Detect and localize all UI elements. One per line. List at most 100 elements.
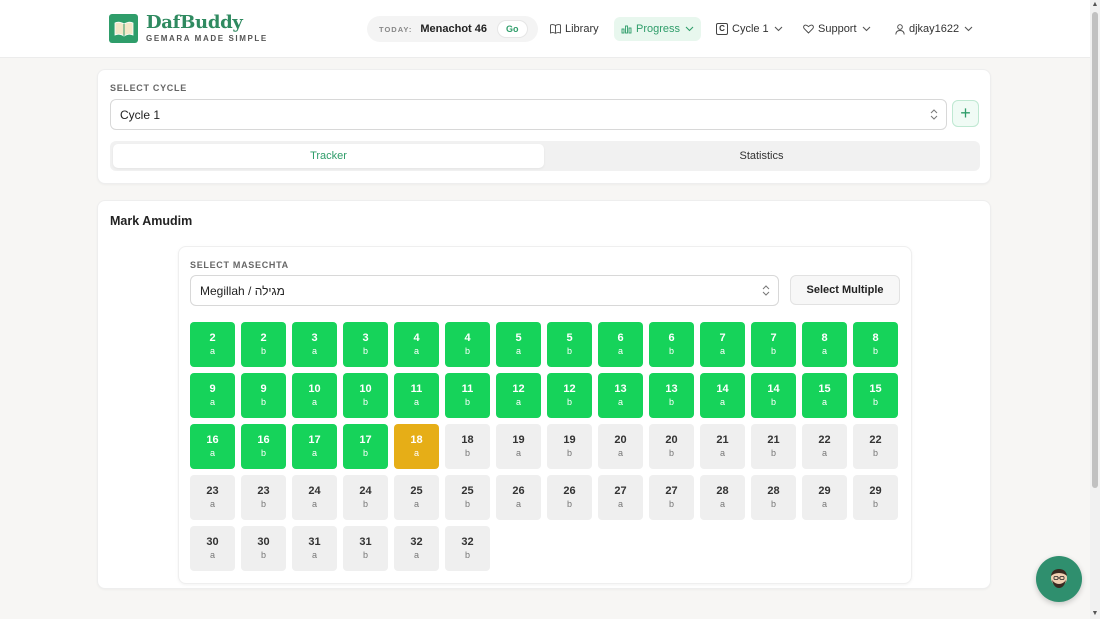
chat-avatar-button[interactable]: [1036, 556, 1082, 602]
amud-cell-3b[interactable]: 3b: [343, 322, 388, 367]
add-cycle-button[interactable]: +: [952, 100, 979, 127]
tab-tracker[interactable]: Tracker: [113, 144, 544, 168]
amud-letter: b: [872, 345, 878, 356]
amud-cell-24a[interactable]: 24 a: [292, 475, 337, 520]
amud-letter: b: [464, 549, 470, 560]
amud-cell-4b[interactable]: 4b: [445, 322, 490, 367]
amud-cell-2b[interactable]: 2b: [241, 322, 286, 367]
go-button[interactable]: Go: [497, 20, 528, 38]
daf-number: 18: [410, 434, 423, 446]
cycle-select-value: Cycle 1: [120, 107, 161, 122]
amud-cell-26a[interactable]: 26 a: [496, 475, 541, 520]
masechta-panel: SELECT MASECHTA Megillah / מגילה Select …: [178, 246, 912, 584]
scroll-up-arrow-icon[interactable]: ▲: [1091, 1, 1099, 9]
amud-cell-28a[interactable]: 28 a: [700, 475, 745, 520]
amud-cell-17a[interactable]: 17 a: [292, 424, 337, 469]
amud-letter: a: [413, 345, 419, 356]
amud-cell-11b[interactable]: 11 b: [445, 373, 490, 418]
amud-cell-20a[interactable]: 20 a: [598, 424, 643, 469]
amud-cell-13b[interactable]: 13 b: [649, 373, 694, 418]
amud-letter: a: [209, 396, 215, 407]
daf-number: 11: [410, 383, 423, 395]
amud-cell-8b[interactable]: 8b: [853, 322, 898, 367]
amud-cell-29b[interactable]: 29 b: [853, 475, 898, 520]
amud-cell-22a[interactable]: 22 a: [802, 424, 847, 469]
amud-cell-19a[interactable]: 19 a: [496, 424, 541, 469]
daf-number: 25: [461, 485, 474, 497]
amud-cell-20b[interactable]: 20 b: [649, 424, 694, 469]
nav-cycle[interactable]: C Cycle 1: [709, 17, 790, 41]
amud-cell-21a[interactable]: 21 a: [700, 424, 745, 469]
brand-logo[interactable]: DafBuddy GEMARA MADE SIMPLE: [109, 14, 268, 43]
amud-letter: b: [770, 345, 776, 356]
scroll-down-arrow-icon[interactable]: ▼: [1091, 610, 1099, 618]
amud-cell-31a[interactable]: 31 a: [292, 526, 337, 571]
amud-cell-14b[interactable]: 14 b: [751, 373, 796, 418]
amud-cell-27b[interactable]: 27 b: [649, 475, 694, 520]
amud-cell-24b[interactable]: 24 b: [343, 475, 388, 520]
daf-number: 12: [512, 383, 525, 395]
nav-support[interactable]: Support: [796, 17, 878, 41]
masechta-select[interactable]: Megillah / מגילה: [190, 275, 779, 306]
amud-cell-2a[interactable]: 2a: [190, 322, 235, 367]
amud-cell-23b[interactable]: 23 b: [241, 475, 286, 520]
amud-cell-10a[interactable]: 10 a: [292, 373, 337, 418]
amud-cell-22b[interactable]: 22 b: [853, 424, 898, 469]
amud-cell-25a[interactable]: 25 a: [394, 475, 439, 520]
amud-cell-18a[interactable]: 18 a: [394, 424, 439, 469]
amud-cell-23a[interactable]: 23 a: [190, 475, 235, 520]
amud-cell-5a[interactable]: 5a: [496, 322, 541, 367]
amud-cell-31b[interactable]: 31 b: [343, 526, 388, 571]
daf-number: 24: [308, 485, 321, 497]
amud-letter: b: [872, 498, 878, 509]
amud-cell-26b[interactable]: 26 b: [547, 475, 592, 520]
amud-cell-28b[interactable]: 28 b: [751, 475, 796, 520]
nav-support-label: Support: [818, 23, 857, 35]
amud-cell-32a[interactable]: 32 a: [394, 526, 439, 571]
page-scrollbar[interactable]: ▲ ▼: [1090, 0, 1100, 619]
amud-cell-9a[interactable]: 9a: [190, 373, 235, 418]
nav-user-menu[interactable]: djkay1622: [888, 17, 980, 41]
amud-cell-21b[interactable]: 21 b: [751, 424, 796, 469]
amud-cell-10b[interactable]: 10 b: [343, 373, 388, 418]
amud-cell-15a[interactable]: 15 a: [802, 373, 847, 418]
nav-library[interactable]: Library: [543, 17, 606, 41]
amud-cell-11a[interactable]: 11 a: [394, 373, 439, 418]
amud-cell-14a[interactable]: 14 a: [700, 373, 745, 418]
amud-cell-7a[interactable]: 7a: [700, 322, 745, 367]
amud-cell-15b[interactable]: 15 b: [853, 373, 898, 418]
amud-cell-6a[interactable]: 6a: [598, 322, 643, 367]
daf-number: 29: [818, 485, 831, 497]
brand-tagline: GEMARA MADE SIMPLE: [146, 34, 268, 43]
amud-cell-9b[interactable]: 9b: [241, 373, 286, 418]
amud-cell-13a[interactable]: 13 a: [598, 373, 643, 418]
amud-cell-3a[interactable]: 3a: [292, 322, 337, 367]
amud-cell-4a[interactable]: 4a: [394, 322, 439, 367]
amud-cell-12b[interactable]: 12 b: [547, 373, 592, 418]
amud-cell-27a[interactable]: 27 a: [598, 475, 643, 520]
heart-icon: [803, 24, 814, 34]
amud-cell-16a[interactable]: 16 a: [190, 424, 235, 469]
amud-cell-5b[interactable]: 5b: [547, 322, 592, 367]
amud-cell-8a[interactable]: 8a: [802, 322, 847, 367]
amud-cell-18b[interactable]: 18 b: [445, 424, 490, 469]
amud-cell-6b[interactable]: 6b: [649, 322, 694, 367]
amud-cell-30b[interactable]: 30 b: [241, 526, 286, 571]
amud-cell-30a[interactable]: 30 a: [190, 526, 235, 571]
cycle-select[interactable]: Cycle 1: [110, 99, 947, 130]
amud-cell-17b[interactable]: 17 b: [343, 424, 388, 469]
daf-number: 22: [869, 434, 882, 446]
amud-cell-19b[interactable]: 19 b: [547, 424, 592, 469]
amud-cell-32b[interactable]: 32 b: [445, 526, 490, 571]
amud-cell-25b[interactable]: 25 b: [445, 475, 490, 520]
daf-number: 29: [869, 485, 882, 497]
amud-cell-29a[interactable]: 29 a: [802, 475, 847, 520]
amud-cell-16b[interactable]: 16 b: [241, 424, 286, 469]
amud-cell-12a[interactable]: 12 a: [496, 373, 541, 418]
select-multiple-button[interactable]: Select Multiple: [790, 275, 900, 305]
scrollbar-thumb[interactable]: [1092, 12, 1098, 488]
amud-letter: b: [260, 498, 266, 509]
tab-statistics[interactable]: Statistics: [546, 144, 977, 168]
nav-progress[interactable]: Progress: [614, 17, 702, 41]
amud-cell-7b[interactable]: 7b: [751, 322, 796, 367]
